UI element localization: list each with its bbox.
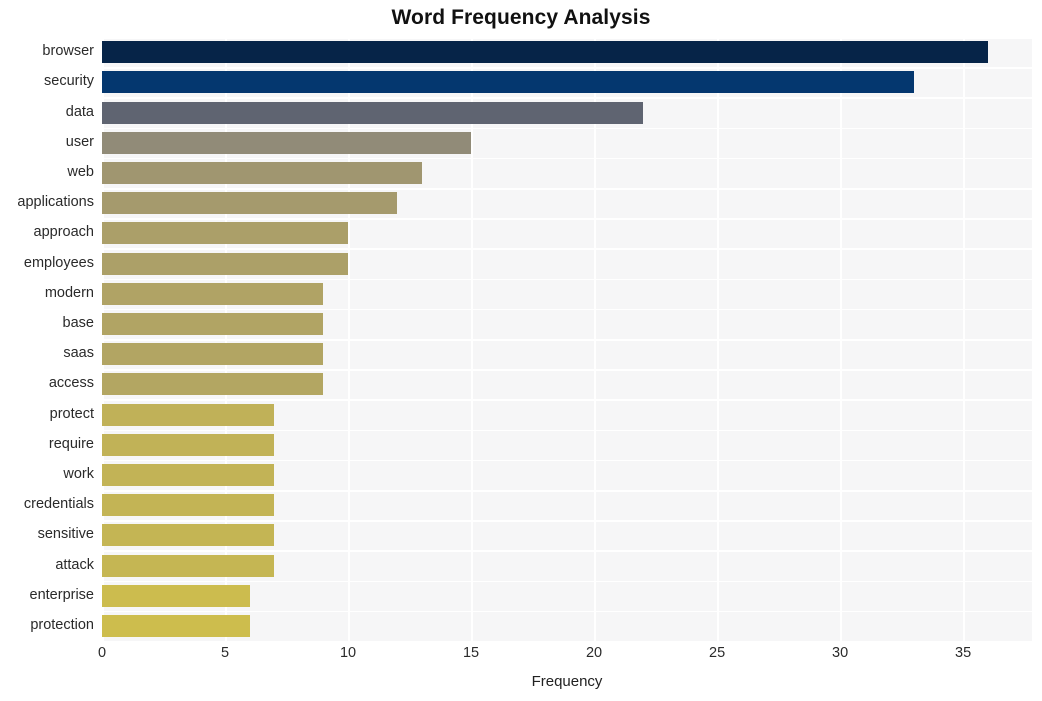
x-tick-label-25: 25 [709, 645, 726, 661]
gridline-y [102, 278, 1032, 281]
bar-credentials [102, 494, 275, 517]
y-tick-label-base: base [62, 314, 94, 331]
y-tick-label-sensitive: sensitive [37, 526, 94, 543]
x-tick-label-0: 0 [97, 645, 107, 661]
y-tick-label-security: security [44, 73, 94, 90]
y-tick-label-work: work [63, 465, 94, 482]
bar-applications [102, 192, 398, 215]
y-tick-label-attack: attack [55, 556, 94, 573]
y-tick-label-saas: saas [63, 345, 94, 362]
gridline-y [102, 641, 1032, 643]
gridline-y [102, 188, 1032, 190]
gridline-y [102, 550, 1032, 552]
bar-approach [102, 222, 349, 245]
x-tick-label-20: 20 [585, 645, 603, 661]
gridline-y [102, 157, 1032, 160]
chart-title: Word Frequency Analysis [391, 6, 651, 29]
gridline-y [102, 248, 1032, 250]
y-tick-label-user: user [65, 133, 94, 150]
bar-web [102, 161, 422, 184]
plot-area [102, 37, 1032, 643]
y-tick-label-enterprise: enterprise [29, 586, 94, 603]
gridline-y [102, 580, 1032, 583]
bar-user [102, 131, 472, 154]
gridline-y [102, 459, 1032, 462]
y-tick-label-web: web [67, 163, 94, 180]
gridline-y [102, 37, 1032, 39]
bar-employees [102, 252, 349, 275]
bar-saas [102, 343, 324, 366]
y-tick-label-employees: employees [23, 254, 94, 271]
bar-sensitive [102, 524, 275, 547]
gridline-y [102, 399, 1032, 401]
bar-access [102, 373, 324, 396]
y-tick-label-require: require [48, 435, 94, 452]
y-tick-label-credentials: credentials [23, 496, 94, 513]
gridline-y [102, 429, 1032, 432]
y-tick-label-modern: modern [44, 284, 94, 301]
y-tick-label-data: data [65, 103, 94, 120]
gridline-y [102, 67, 1032, 69]
bar-work [102, 463, 275, 486]
gridline-y [102, 610, 1032, 613]
gridline-y [102, 369, 1032, 371]
bar-browser [102, 41, 988, 64]
y-tick-label-protection: protection [30, 616, 94, 633]
x-axis-tick-labels: 0 5 10 15 20 25 30 35 [98, 645, 1032, 669]
gridline-y [102, 490, 1032, 492]
bar-modern [102, 282, 324, 305]
chart-figure: Word Frequency Analysis browser security d… [0, 0, 1042, 701]
bar-attack [102, 554, 275, 577]
bar-require [102, 433, 275, 456]
bar-security [102, 71, 914, 94]
x-tick-label-5: 5 [220, 645, 230, 661]
x-tick-label-30: 30 [832, 645, 849, 661]
y-tick-label-applications: applications [17, 194, 94, 211]
gridline-y [102, 520, 1032, 522]
gridline-y [102, 97, 1032, 99]
y-tick-label-access: access [48, 375, 94, 392]
y-tick-label-protect: protect [49, 405, 94, 422]
bar-protection [102, 614, 250, 637]
gridline-y [102, 218, 1032, 220]
gridline-y [102, 127, 1032, 130]
x-tick-label-15: 15 [462, 645, 480, 661]
gridline-y [102, 308, 1032, 311]
bar-protect [102, 403, 275, 426]
x-tick-label-35: 35 [955, 645, 972, 661]
bar-data [102, 101, 644, 124]
bar-enterprise [102, 584, 250, 607]
x-tick-label-10: 10 [339, 645, 357, 661]
y-axis-tick-labels: browser security data user web applications ap… [0, 37, 94, 641]
y-tick-label-approach: approach [33, 224, 94, 241]
bar-base [102, 312, 324, 335]
gridline-y [102, 339, 1032, 341]
y-tick-label-browser: browser [42, 43, 94, 60]
x-axis-label: Frequency [531, 673, 603, 690]
